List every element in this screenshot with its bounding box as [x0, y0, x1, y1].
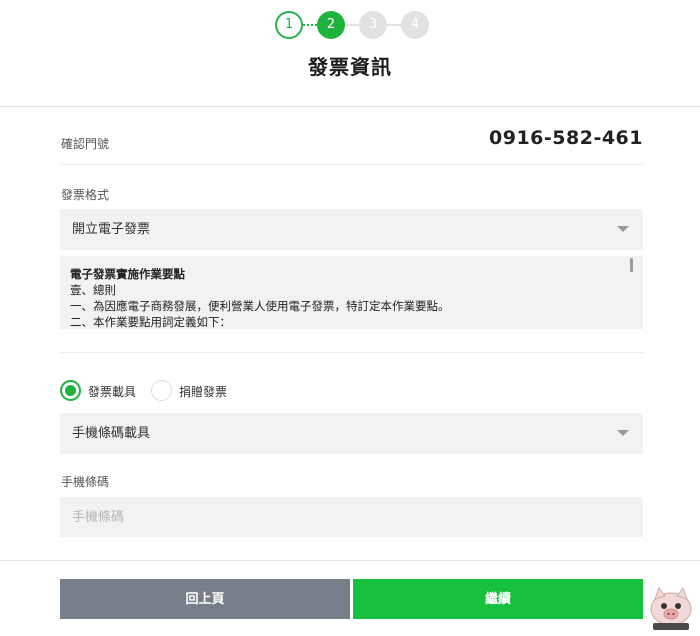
continue-button[interactable]: 繼續 [353, 579, 643, 619]
footer-divider [0, 560, 700, 561]
radio-carrier-label[interactable]: 發票載具 [88, 383, 136, 400]
chevron-down-icon [617, 430, 629, 436]
radio-donate[interactable] [151, 380, 172, 401]
terms-line: 一、為因應電子商務發展，便利營業人使用電子發票，特訂定本作業要點。 [70, 299, 450, 313]
carrier-type-value: 手機條碼載具 [72, 426, 151, 441]
step-connector [387, 24, 401, 26]
barcode-label: 手機條碼 [61, 475, 110, 489]
divider [61, 164, 643, 165]
step-2: 2 [317, 11, 345, 39]
terms-line: 二、本作業要點用詞定義如下： [70, 315, 231, 329]
progress-steps: 1 2 3 4 [275, 11, 430, 39]
invoice-format-select[interactable]: 開立電子發票 [60, 209, 643, 250]
confirm-phone-label: 確認門號 [61, 137, 110, 151]
step-1: 1 [275, 11, 303, 39]
invoice-format-label: 發票格式 [61, 188, 110, 202]
step-3: 3 [359, 11, 387, 39]
scrollbar-thumb[interactable] [630, 258, 633, 272]
terms-title: 電子發票實施作業要點 [70, 267, 185, 281]
page-header: 1 2 3 4 發票資訊 [0, 0, 700, 107]
page-title: 發票資訊 [308, 55, 392, 79]
mascot-logo [645, 582, 697, 632]
step-connector [345, 24, 359, 26]
barcode-input[interactable] [60, 497, 643, 537]
chevron-down-icon [617, 226, 629, 232]
radio-donate-label[interactable]: 捐贈發票 [179, 383, 227, 400]
confirm-phone-value: 0916-582-461 [489, 127, 643, 149]
back-button[interactable]: 回上頁 [60, 579, 350, 619]
terms-line: 壹、總則 [70, 283, 116, 297]
divider [61, 352, 643, 353]
terms-box[interactable]: 電子發票實施作業要點 壹、總則 一、為因應電子商務發展，便利營業人使用電子發票，… [60, 256, 643, 329]
invoice-format-value: 開立電子發票 [72, 222, 151, 237]
radio-carrier[interactable] [60, 380, 81, 401]
step-4: 4 [401, 11, 429, 39]
carrier-type-select[interactable]: 手機條碼載具 [60, 413, 643, 454]
step-connector [303, 24, 317, 26]
